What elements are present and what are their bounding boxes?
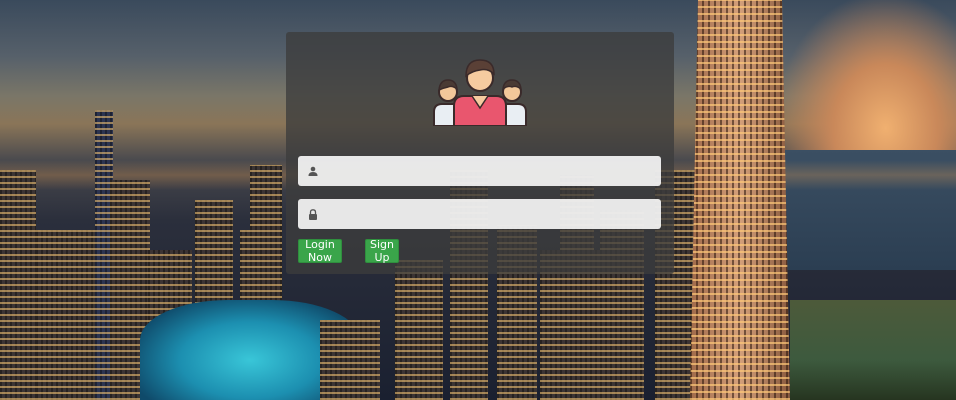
username-input[interactable] <box>324 157 661 185</box>
login-panel: Login Now Sign Up <box>286 32 674 274</box>
username-field-wrapper <box>298 156 661 186</box>
user-group-icon <box>433 59 527 126</box>
login-button[interactable]: Login Now <box>298 238 342 264</box>
password-input[interactable] <box>324 200 661 228</box>
password-field-wrapper <box>298 199 661 229</box>
lock-icon <box>302 208 324 220</box>
signup-button[interactable]: Sign Up <box>365 238 399 264</box>
user-icon <box>302 166 324 176</box>
